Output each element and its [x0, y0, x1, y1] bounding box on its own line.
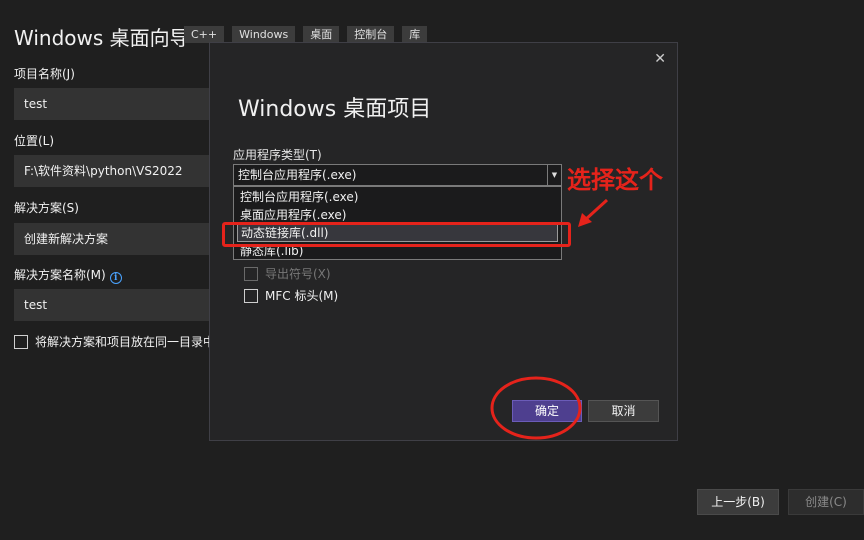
annotation-arrow	[578, 198, 609, 227]
annotation-overlay	[490, 198, 609, 440]
annotation-circle	[490, 376, 582, 440]
